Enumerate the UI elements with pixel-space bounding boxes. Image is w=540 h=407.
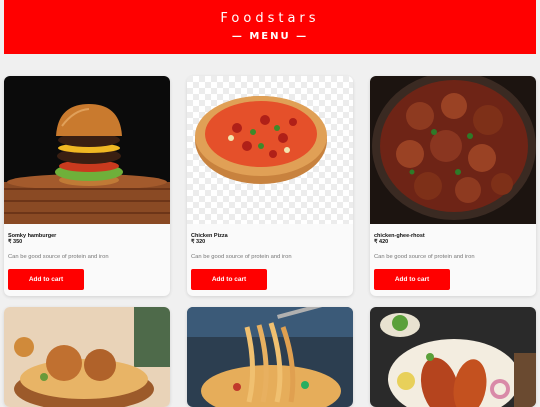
- burger-image: [4, 76, 170, 224]
- item-description: Can be good source of protein and iron: [8, 254, 109, 260]
- menu-card: [4, 307, 170, 407]
- menu-heading: — MENU —: [231, 31, 309, 42]
- pizza-image: [187, 76, 353, 224]
- item-price: ₹ 350: [8, 239, 23, 245]
- menu-card: Somky hamburger ₹ 350 Can be good source…: [4, 76, 170, 296]
- menu-card: [370, 307, 536, 407]
- menu-card: chicken-ghee-rhost ₹ 420 Can be good sou…: [370, 76, 536, 296]
- chicken-roast-image: [370, 76, 536, 224]
- item-description: Can be good source of protein and iron: [374, 254, 475, 260]
- menu-card: [187, 307, 353, 407]
- add-to-cart-button[interactable]: Add to cart: [191, 269, 267, 290]
- add-to-cart-button[interactable]: Add to cart: [374, 269, 450, 290]
- noodles-image: [187, 307, 353, 407]
- add-to-cart-button[interactable]: Add to cart: [8, 269, 84, 290]
- item-description: Can be good source of protein and iron: [191, 254, 292, 260]
- item-price: ₹ 320: [191, 239, 206, 245]
- biryani-image: [4, 307, 170, 407]
- site-header: Foodstars — MENU —: [4, 0, 536, 54]
- item-price: ₹ 420: [374, 239, 389, 245]
- fish-fry-image: [370, 307, 536, 407]
- menu-card: Chicken Pizza ₹ 320 Can be good source o…: [187, 76, 353, 296]
- brand-title: Foodstars: [220, 11, 320, 26]
